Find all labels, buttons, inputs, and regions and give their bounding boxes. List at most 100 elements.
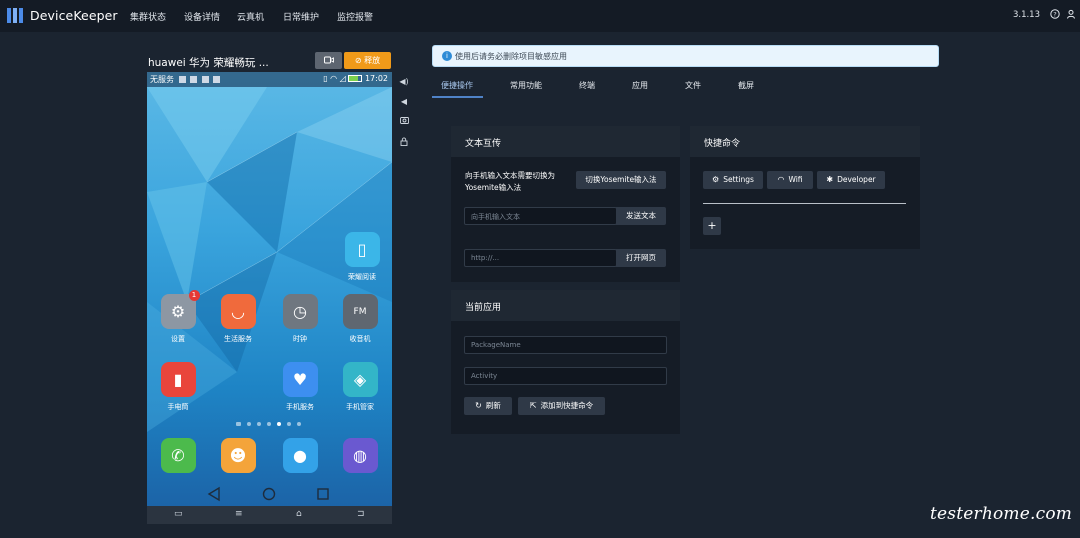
app-clock[interactable]: ◷ 时钟 xyxy=(275,294,325,344)
text-input[interactable]: 向手机输入文本 xyxy=(464,207,617,225)
phone-status-bar: 无服务 ▯ ◠ ◿ 17:02 xyxy=(147,72,392,87)
nav-cluster-status[interactable]: 集群状态 xyxy=(130,10,166,23)
camera-icon[interactable] xyxy=(398,116,410,128)
app-phone-manager[interactable]: ◈ 手机管家 xyxy=(335,362,385,412)
nav-cloud-device[interactable]: 云真机 xyxy=(237,10,264,23)
app-phone-service[interactable]: ♥ 手机服务 xyxy=(275,362,325,412)
add-to-shortcuts-button[interactable]: ⇱ 添加到快捷命令 xyxy=(518,397,605,415)
vibrate-icon: ▯ xyxy=(323,74,328,83)
status-time: 17:02 xyxy=(364,74,388,83)
notification-icon xyxy=(178,76,186,83)
app-flashlight[interactable]: ▮ 手电筒 xyxy=(153,362,203,412)
notification-icon xyxy=(201,76,209,83)
bug-icon: ✱ xyxy=(826,175,834,184)
divider xyxy=(703,203,906,204)
info-icon: i xyxy=(442,51,452,61)
wifi-status-icon: ◠ xyxy=(330,74,338,83)
record-video-button[interactable] xyxy=(315,52,342,69)
command-wifi-button[interactable]: ◠ Wifi xyxy=(767,171,813,189)
app-browser[interactable]: ◍ xyxy=(335,438,385,473)
app-contacts[interactable]: ☻ xyxy=(213,438,263,473)
settings-icon: ⚙ 1 xyxy=(160,290,200,329)
tab-common-functions[interactable]: 常用功能 xyxy=(510,80,542,91)
tab-apps[interactable]: 应用 xyxy=(632,80,648,91)
clock-icon: ◷ xyxy=(282,294,318,329)
app-label: 手电筒 xyxy=(167,403,189,411)
app-settings[interactable]: ⚙ 1 设置 xyxy=(153,290,203,344)
menu-key-icon[interactable]: ▭ xyxy=(174,509,183,519)
volume-down-icon[interactable]: ◀ xyxy=(398,96,410,108)
recent-key-icon xyxy=(317,488,329,500)
soft-nav-keys xyxy=(207,486,329,502)
warning-alert: i 使用后请务必删除项目敏感应用 xyxy=(432,45,939,67)
app-radio[interactable]: FM 收音机 xyxy=(335,294,385,344)
add-command-button[interactable]: + xyxy=(703,217,721,235)
volume-up-icon[interactable]: ◀) xyxy=(398,76,410,88)
help-icon[interactable]: ? xyxy=(1049,9,1060,20)
home-key-icon xyxy=(262,487,276,501)
app-label: 手机管家 xyxy=(346,403,374,411)
tab-terminal[interactable]: 终端 xyxy=(579,80,595,91)
tab-quick-ops[interactable]: 便捷操作 xyxy=(441,80,473,91)
activity-input[interactable]: Activity xyxy=(464,367,667,385)
logo-icon xyxy=(7,8,23,23)
nav-device-detail[interactable]: 设备详情 xyxy=(184,10,220,23)
back-key-icon xyxy=(207,486,220,502)
gear-icon: ⚙ xyxy=(712,175,720,184)
nav-monitor-alert[interactable]: 监控报警 xyxy=(337,10,373,23)
app-honor-reader[interactable]: ▯ 荣耀阅读 xyxy=(337,232,387,282)
radio-icon: FM xyxy=(342,294,378,329)
refresh-button[interactable]: ↻ 刷新 xyxy=(464,397,512,415)
home-button-icon[interactable]: ⌂ xyxy=(296,509,302,519)
app-messages[interactable]: ● xyxy=(275,438,325,473)
app-label: 设置 xyxy=(171,335,185,343)
app-dialer[interactable]: ✆ xyxy=(153,438,203,473)
lock-icon[interactable] xyxy=(398,137,410,149)
refresh-icon: ↻ xyxy=(475,401,482,410)
phone-manager-icon: ◈ xyxy=(342,362,378,397)
app-label: 生活服务 xyxy=(224,335,252,343)
url-input[interactable]: http://... xyxy=(464,249,617,267)
battery-icon xyxy=(348,75,363,82)
tab-files[interactable]: 文件 xyxy=(685,80,701,91)
flashlight-icon: ▮ xyxy=(160,362,196,397)
alert-text: 使用后请务必删除项目敏感应用 xyxy=(455,52,567,61)
browser-icon: ◍ xyxy=(342,438,378,473)
app-name[interactable]: DeviceKeeper xyxy=(30,8,118,23)
app-label: 荣耀阅读 xyxy=(348,273,376,281)
life-services-icon: ◡ xyxy=(220,294,256,329)
command-settings-button[interactable]: ⚙ Settings xyxy=(703,171,763,189)
signal-text: 无服务 xyxy=(150,75,174,84)
app-label: 手机服务 xyxy=(286,403,314,411)
device-title: huawei 华为 荣耀畅玩 ... xyxy=(148,57,269,69)
page-indicator xyxy=(236,422,306,428)
user-icon[interactable] xyxy=(1065,9,1076,20)
package-name-input[interactable]: PackageName xyxy=(464,336,667,354)
contacts-icon: ☻ xyxy=(220,438,256,473)
svg-text:?: ? xyxy=(1053,11,1056,19)
release-device-button[interactable]: ⊘ 释放 xyxy=(344,52,391,69)
video-icon xyxy=(323,56,334,64)
quick-commands-card: 快捷命令 ⚙ Settings ◠ Wifi ✱ Developer + xyxy=(690,126,920,249)
version-label: 3.1.13 xyxy=(1012,10,1040,20)
app-label: 时钟 xyxy=(293,335,307,343)
notification-icon xyxy=(213,76,221,83)
input-method-hint: 向手机输入文本需要切换为 Yosemite输入法 xyxy=(465,171,555,192)
card-title: 文本互传 xyxy=(465,139,502,149)
app-life-services[interactable]: ◡ 生活服务 xyxy=(213,294,263,344)
nav-daily-maintenance[interactable]: 日常维护 xyxy=(283,10,319,23)
tab-screenshot[interactable]: 截屏 xyxy=(738,80,754,91)
top-navbar: DeviceKeeper 集群状态 设备详情 云真机 日常维护 监控报警 3.1… xyxy=(0,0,1080,32)
switch-ime-button[interactable]: 切换Yosemite输入法 xyxy=(576,171,666,189)
list-key-icon[interactable]: ≡ xyxy=(235,509,243,519)
notification-icon xyxy=(190,76,198,83)
open-url-button[interactable]: 打开网页 xyxy=(616,249,666,267)
phone-service-icon: ♥ xyxy=(282,362,318,397)
back-button-icon[interactable]: ⊐ xyxy=(357,509,365,519)
wifi-icon: ◠ xyxy=(777,175,785,184)
command-developer-button[interactable]: ✱ Developer xyxy=(817,171,885,189)
app-label: 收音机 xyxy=(349,335,371,343)
signal-icon: ◿ xyxy=(339,74,346,83)
device-screen[interactable]: 无服务 ▯ ◠ ◿ 17:02 ▯ 荣耀阅读 ⚙ 1 设置 ◡ 生活服务 ◷ 时钟 FM 收音机 ▮ 手… xyxy=(147,72,392,524)
send-text-button[interactable]: 发送文本 xyxy=(616,207,666,225)
